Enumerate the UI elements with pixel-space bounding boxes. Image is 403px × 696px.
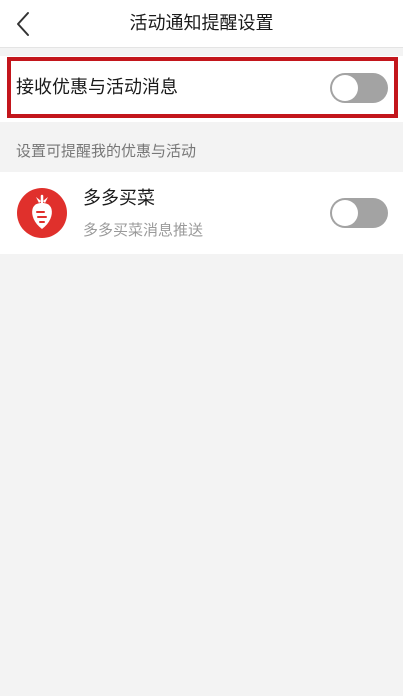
page-title: 活动通知提醒设置	[129, 13, 274, 34]
carrot-logo-icon	[17, 188, 67, 238]
section-label: 设置可提醒我的优惠与活动	[16, 142, 197, 160]
toggle-knob	[332, 200, 358, 226]
toggle-knob	[332, 75, 358, 101]
app-subtitle: 多多买菜消息推送	[83, 221, 204, 239]
nav-bar: 活动通知提醒设置	[0, 0, 403, 48]
app-name: 多多买菜	[83, 188, 155, 209]
receive-promo-toggle[interactable]	[330, 73, 388, 103]
app-push-toggle[interactable]	[330, 198, 388, 228]
receive-promo-label: 接收优惠与活动消息	[16, 77, 178, 98]
